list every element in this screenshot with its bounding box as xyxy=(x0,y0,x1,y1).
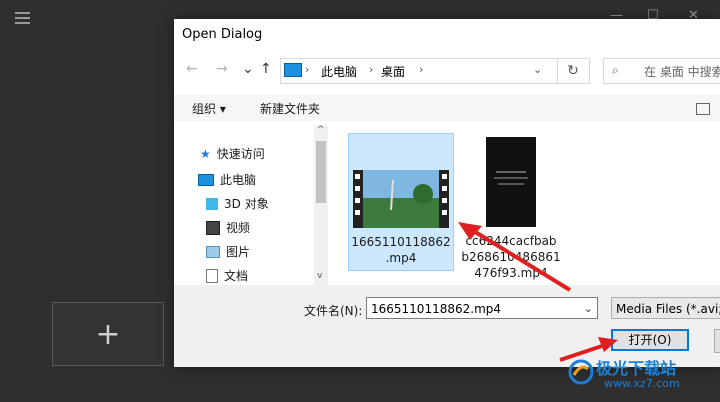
sidebar-item-documents[interactable]: 文档 xyxy=(206,267,248,284)
logo-icon xyxy=(568,359,594,385)
chevron-down-icon[interactable]: ⌄ xyxy=(242,61,254,77)
file-type-select[interactable]: Media Files (*.avi;* xyxy=(611,297,720,319)
chevron-down-icon[interactable]: v xyxy=(317,271,322,281)
navigation-bar: ← → ⌄ ↑ › 此电脑 › 桌面 › ⌄ ↻ ⌕ 在 桌面 中搜索 xyxy=(174,55,720,87)
watermark-brand: 极光下载站 xyxy=(596,359,677,378)
file-item[interactable]: 1665110118862 .mp4 xyxy=(348,133,454,271)
file-name-line: b268610486861 xyxy=(461,250,561,264)
filename-value: 1665110118862.mp4 xyxy=(371,302,502,316)
navigation-pane: ★ 快速访问 此电脑 3D 对象 视频 图片 文档 xyxy=(174,125,328,285)
breadcrumb-desktop[interactable]: 桌面 xyxy=(381,63,405,80)
forward-icon[interactable]: → xyxy=(216,61,228,77)
back-icon[interactable]: ← xyxy=(186,61,198,77)
address-bar[interactable]: › 此电脑 › 桌面 › ⌄ xyxy=(280,58,558,84)
star-icon: ★ xyxy=(200,146,211,161)
open-button[interactable]: 打开(O) xyxy=(611,329,689,351)
pc-icon xyxy=(198,173,214,186)
open-dialog: Open Dialog ← → ⌄ ↑ › 此电脑 › 桌面 › ⌄ ↻ ⌕ 在… xyxy=(174,19,720,367)
search-input[interactable]: 在 桌面 中搜索 xyxy=(644,63,720,80)
video-thumbnail-icon xyxy=(353,170,449,228)
sidebar-item-label: 3D 对象 xyxy=(224,197,269,211)
up-icon[interactable]: ↑ xyxy=(260,61,272,77)
filename-field[interactable]: 1665110118862.mp4 ⌄ xyxy=(366,297,598,319)
organize-button[interactable]: 组织 ▾ xyxy=(192,100,226,117)
sidebar-item-label: 视频 xyxy=(226,221,251,235)
file-name: 1665110118862 .mp4 xyxy=(349,234,453,266)
file-name-line: 1665110118862 xyxy=(351,235,451,249)
search-icon: ⌕ xyxy=(612,63,619,77)
file-name-line: cc6244cacfbab xyxy=(465,234,557,248)
filename-label: 文件名(N): xyxy=(304,304,363,318)
chevron-right-icon: › xyxy=(369,63,374,76)
document-icon xyxy=(206,268,218,283)
sidebar-item-this-pc[interactable]: 此电脑 xyxy=(198,171,256,188)
sidebar-item-label: 快速访问 xyxy=(216,147,265,161)
file-type-value: Media Files (*.avi;* xyxy=(616,302,720,316)
video-icon xyxy=(206,220,220,235)
sidebar-item-label: 此电脑 xyxy=(220,173,257,187)
add-media-button[interactable]: + xyxy=(52,302,164,366)
cube-icon xyxy=(206,197,218,210)
chevron-up-icon[interactable]: ^ xyxy=(317,125,325,135)
sidebar-item-pictures[interactable]: 图片 xyxy=(206,243,250,260)
refresh-button[interactable]: ↻ xyxy=(557,58,590,84)
file-name-line: .mp4 xyxy=(385,251,417,265)
search-box[interactable]: ⌕ 在 桌面 中搜索 xyxy=(603,58,720,84)
dialog-title: Open Dialog xyxy=(182,27,263,42)
pc-icon xyxy=(284,63,302,77)
add-label: + xyxy=(95,316,121,352)
chevron-right-icon: › xyxy=(305,63,310,76)
file-name-line: 476f93.mp4 xyxy=(474,266,548,280)
watermark: 极光下载站 www.xz7.com xyxy=(568,355,720,402)
toolbar: 组织 ▾ 新建文件夹 xyxy=(174,95,720,121)
sidebar-item-videos[interactable]: 视频 xyxy=(206,219,250,236)
sidebar-item-quick-access[interactable]: ★ 快速访问 xyxy=(200,145,265,162)
sidebar-item-label: 图片 xyxy=(226,245,251,259)
picture-icon xyxy=(206,245,220,258)
sidebar-item-label: 文档 xyxy=(224,269,249,283)
breadcrumb-pc[interactable]: 此电脑 xyxy=(321,63,357,80)
file-item-thumbnail[interactable] xyxy=(486,137,536,227)
chevron-down-icon[interactable]: ⌄ xyxy=(533,63,542,76)
refresh-icon: ↻ xyxy=(567,63,579,79)
file-name[interactable]: cc6244cacfbab b268610486861 476f93.mp4 xyxy=(456,233,566,281)
cancel-button[interactable] xyxy=(714,329,720,353)
open-button-label: 打开(O) xyxy=(628,333,672,347)
scrollbar-thumb[interactable] xyxy=(316,141,326,203)
view-icon[interactable] xyxy=(696,103,710,115)
sidebar-item-3d-objects[interactable]: 3D 对象 xyxy=(206,195,269,212)
chevron-right-icon: › xyxy=(419,63,424,76)
menu-icon[interactable] xyxy=(15,12,30,25)
watermark-url: www.xz7.com xyxy=(604,377,680,390)
chevron-down-icon[interactable]: ⌄ xyxy=(584,298,593,320)
new-folder-button[interactable]: 新建文件夹 xyxy=(260,100,320,117)
